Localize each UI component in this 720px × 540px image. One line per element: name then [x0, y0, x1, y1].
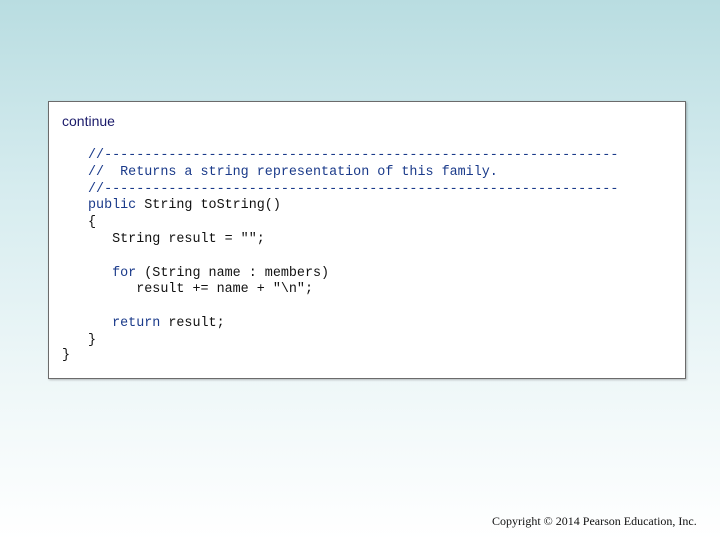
code-line-method-signature: public String toString()	[88, 198, 618, 215]
keyword-return: return	[112, 315, 161, 331]
for-loop-text: (String name : members)	[136, 265, 330, 281]
return-text: result;	[160, 315, 225, 331]
code-line-append: result += name + "\n";	[88, 282, 313, 298]
keyword-for: for	[112, 265, 137, 281]
class-closing-brace: }	[62, 348, 71, 363]
method-signature-text: String toString()	[136, 198, 281, 214]
code-line-close-brace: }	[88, 332, 97, 348]
code-listing-box: continue //-----------------------------…	[48, 101, 686, 379]
copyright-notice: Copyright © 2014 Pearson Education, Inc.	[492, 514, 697, 528]
code-block: //--------------------------------------…	[88, 148, 618, 350]
keyword-public: public	[88, 198, 137, 214]
code-line-open-brace: {	[88, 215, 97, 231]
continue-label: continue	[62, 113, 115, 129]
code-line-result-declaration: String result = "";	[88, 231, 265, 247]
code-line-return: return result;	[88, 316, 618, 333]
code-line-comment-description: // Returns a string representation of th…	[88, 164, 498, 180]
code-line-comment-divider-bottom: //--------------------------------------…	[88, 181, 619, 197]
code-line-comment-divider-top: //--------------------------------------…	[88, 148, 619, 163]
code-line-for-loop: for (String name : members)	[88, 266, 618, 283]
